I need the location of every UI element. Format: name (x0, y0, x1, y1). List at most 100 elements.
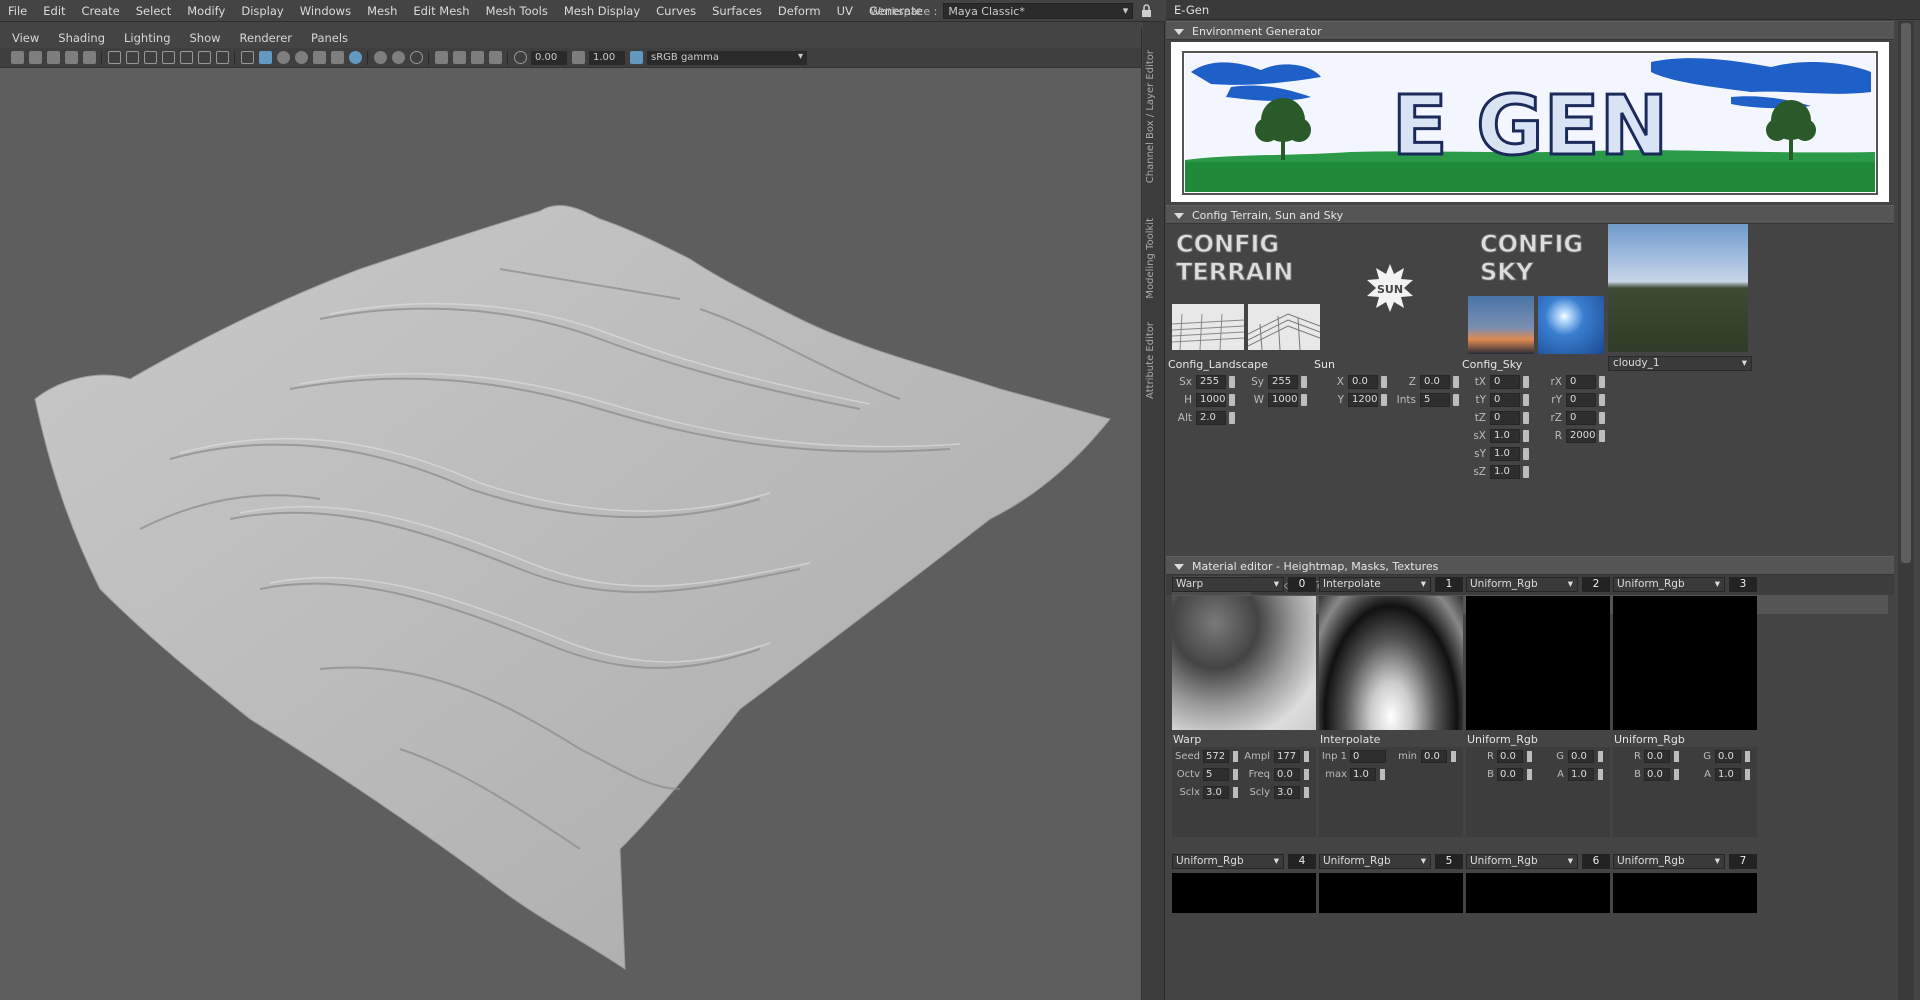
sun-z-field[interactable]: 0.0 (1420, 375, 1450, 389)
sx-field[interactable]: 255 (1196, 375, 1226, 389)
scly-field[interactable]: 3.0 (1274, 786, 1300, 799)
alt-slider[interactable] (1229, 412, 1235, 424)
sky-ty-field[interactable]: 0 (1490, 393, 1520, 407)
sky-ty-slider[interactable] (1523, 394, 1529, 406)
image-plane-icon[interactable] (64, 51, 78, 64)
sun-y-field[interactable]: 1200 (1348, 393, 1378, 407)
alt-field[interactable]: 2.0 (1196, 411, 1226, 425)
default-material-icon[interactable] (276, 51, 290, 64)
egen-scrollbar[interactable] (1898, 21, 1914, 1000)
env-generator-header[interactable]: Environment Generator (1166, 21, 1894, 40)
menu-item-mesh-tools[interactable]: Mesh Tools (478, 4, 556, 18)
sy-field[interactable]: 255 (1268, 375, 1298, 389)
material-type-dropdown[interactable]: Interpolate (1319, 577, 1431, 592)
w-slider[interactable] (1301, 394, 1307, 406)
warp-preview[interactable] (1172, 596, 1316, 730)
sky-sz-field[interactable]: 1.0 (1490, 465, 1520, 479)
tab-modeling-toolkit[interactable]: Modeling Toolkit (1145, 218, 1163, 299)
exposure-icon[interactable] (513, 51, 527, 64)
sky-ry-slider[interactable] (1599, 394, 1605, 406)
uniform-rgb-preview[interactable] (1613, 873, 1757, 913)
uniform-rgb-preview[interactable] (1613, 596, 1757, 730)
wireframe-on-shaded-icon[interactable] (294, 51, 308, 64)
scroll-thumb[interactable] (1901, 23, 1911, 563)
field-chart-icon[interactable] (179, 51, 193, 64)
gamma-field[interactable]: 1.00 (589, 50, 625, 65)
3d-viewport[interactable]: View Shading Lighting Show Renderer Panels (0, 28, 1142, 1000)
b-field[interactable]: 0.0 (1644, 768, 1670, 781)
terrain-preview-b[interactable] (1247, 304, 1321, 351)
viewport-menu-renderer[interactable]: Renderer (228, 31, 300, 45)
menu-item-edit-mesh[interactable]: Edit Mesh (405, 4, 477, 18)
shadows-icon[interactable] (348, 51, 362, 64)
menu-item-mesh-display[interactable]: Mesh Display (556, 4, 648, 18)
sun-x-field[interactable]: 0.0 (1348, 375, 1378, 389)
menu-item-uv[interactable]: UV (829, 4, 861, 18)
a-slider[interactable] (1598, 769, 1603, 780)
tab-attribute-editor[interactable]: Attribute Editor (1145, 322, 1163, 399)
grease-pencil-icon[interactable] (82, 51, 96, 64)
config-header[interactable]: Config Terrain, Sun and Sky (1166, 205, 1894, 224)
sky-ry-field[interactable]: 0 (1566, 393, 1596, 407)
sun-ints-field[interactable]: 5 (1420, 393, 1450, 407)
sy-slider[interactable] (1301, 376, 1307, 388)
seed-field[interactable]: 572 (1203, 750, 1229, 763)
octv-slider[interactable] (1233, 769, 1238, 780)
h-field[interactable]: 1000 (1196, 393, 1226, 407)
isolate-select-icon[interactable] (434, 51, 448, 64)
w-field[interactable]: 1000 (1268, 393, 1298, 407)
min-field[interactable]: 0.0 (1421, 750, 1447, 763)
interpolate-preview[interactable] (1319, 596, 1463, 730)
resolution-gate-icon[interactable] (143, 51, 157, 64)
xray-icon[interactable] (452, 51, 466, 64)
sun-z-slider[interactable] (1453, 376, 1459, 388)
g-field[interactable]: 0.0 (1568, 750, 1594, 763)
sky-r-field[interactable]: 2000 (1566, 429, 1596, 443)
b-slider[interactable] (1674, 769, 1679, 780)
menu-item-mesh[interactable]: Mesh (359, 4, 405, 18)
sky-tz-field[interactable]: 0 (1490, 411, 1520, 425)
material-type-dropdown[interactable]: Uniform_Rgb (1613, 577, 1725, 592)
terrain-mesh[interactable] (0, 69, 1142, 1000)
terrain-preview-a[interactable] (1171, 304, 1245, 351)
sky-rx-slider[interactable] (1599, 376, 1605, 388)
octv-field[interactable]: 5 (1203, 768, 1229, 781)
sky-preview-sunset[interactable] (1468, 296, 1534, 354)
uniform-rgb-preview[interactable] (1319, 873, 1463, 913)
material-editor-header[interactable]: Material editor - Heightmap, Masks, Text… (1166, 556, 1894, 575)
material-type-dropdown[interactable]: Warp (1172, 577, 1284, 592)
menu-item-select[interactable]: Select (128, 4, 179, 18)
g-field[interactable]: 0.0 (1715, 750, 1741, 763)
uniform-rgb-preview[interactable] (1466, 596, 1610, 730)
menu-item-deform[interactable]: Deform (770, 4, 829, 18)
sun-ints-slider[interactable] (1453, 394, 1459, 406)
ampl-slider[interactable] (1304, 751, 1309, 762)
r-slider[interactable] (1527, 751, 1532, 762)
uniform-rgb-preview[interactable] (1466, 873, 1610, 913)
gamma-icon[interactable] (571, 51, 585, 64)
ampl-field[interactable]: 177 (1274, 750, 1300, 763)
sky-preview-day[interactable] (1538, 296, 1604, 354)
sky-rz-slider[interactable] (1599, 412, 1605, 424)
grid-icon[interactable] (107, 51, 121, 64)
h-slider[interactable] (1229, 394, 1235, 406)
max-field[interactable]: 1.0 (1350, 768, 1376, 781)
b-field[interactable]: 0.0 (1497, 768, 1523, 781)
sclx-field[interactable]: 3.0 (1203, 786, 1229, 799)
exposure-field[interactable]: 0.00 (531, 50, 567, 65)
g-slider[interactable] (1598, 751, 1603, 762)
screen-space-ao-icon[interactable] (373, 51, 387, 64)
anti-aliasing-icon[interactable] (409, 51, 423, 64)
menu-item-edit[interactable]: Edit (35, 4, 73, 18)
collapse-icon[interactable] (1174, 213, 1184, 219)
a-slider[interactable] (1745, 769, 1750, 780)
lock-icon[interactable] (1141, 4, 1152, 17)
textured-icon[interactable] (312, 51, 326, 64)
sky-rx-field[interactable]: 0 (1566, 375, 1596, 389)
collapse-icon[interactable] (1174, 564, 1184, 570)
sun-x-slider[interactable] (1381, 376, 1387, 388)
bookmark-icon[interactable] (46, 51, 60, 64)
sky-sx-field[interactable]: 1.0 (1490, 429, 1520, 443)
menu-item-file[interactable]: File (0, 4, 35, 18)
sclx-slider[interactable] (1233, 787, 1238, 798)
